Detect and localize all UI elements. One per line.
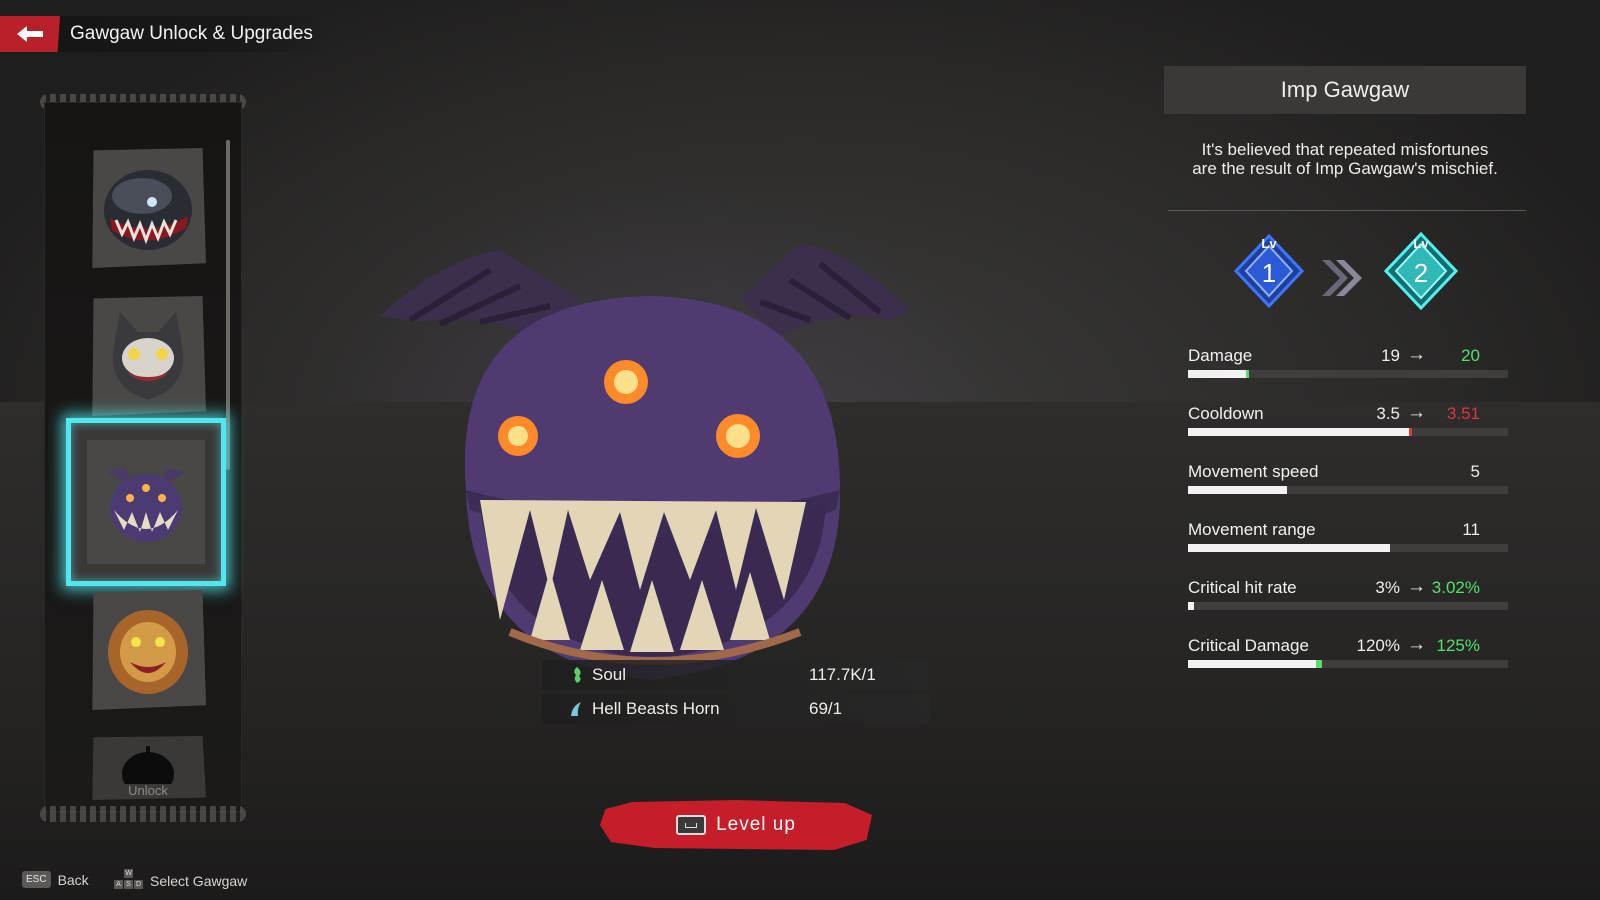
locked-gawgaw-silhouette-icon	[122, 746, 174, 784]
stat-arrow-icon: →	[1407, 576, 1426, 597]
stat-arrow-icon: →	[1407, 344, 1426, 365]
stat-bar-delta	[1246, 370, 1249, 378]
s-key: S	[124, 880, 133, 889]
top-header: Gawgaw Unlock & Upgrades	[0, 16, 330, 52]
cat-gawgaw-icon	[112, 312, 184, 400]
stat-bar-delta	[1409, 428, 1412, 436]
next-level-badge: Lv 2	[1384, 232, 1458, 310]
stat-value: 5	[1470, 462, 1480, 481]
next-level-prefix: Lv	[1413, 236, 1429, 251]
stat-critical-hit-rate: Critical hit rate 3% → 3.02%	[1188, 576, 1508, 618]
select-gawgaw-label: Select Gawgaw	[150, 873, 248, 889]
back-button[interactable]	[0, 16, 60, 52]
stat-next: 125%	[1436, 636, 1480, 655]
back-hint-label: Back	[57, 871, 89, 888]
stat-critical-damage: Critical Damage 120% → 125%	[1188, 634, 1508, 676]
imp-gawgaw-model	[380, 240, 930, 700]
gawgaw-slot-imp-inner	[87, 440, 205, 564]
stat-label: Cooldown	[1188, 404, 1264, 423]
select-gawgaw-hint[interactable]: W A S D Select Gawgaw	[114, 869, 248, 891]
description-line-1: It's believed that repeated misfortunes	[1201, 140, 1489, 159]
stat-cooldown: Cooldown 3.5 → 3.51	[1188, 402, 1508, 444]
stat-bar-delta	[1316, 660, 1322, 668]
material-count-soul: 117.7K/1	[809, 665, 876, 684]
gawgaw-name-header: Imp Gawgaw	[1164, 66, 1526, 114]
imp-gawgaw-icon	[106, 468, 186, 542]
stat-current: 3.5	[1376, 404, 1400, 423]
stat-movement-range: Movement range 11	[1188, 520, 1508, 560]
current-level-prefix: Lv	[1261, 236, 1277, 251]
stat-bar-fill	[1188, 370, 1246, 378]
stat-bar-fill	[1188, 486, 1287, 494]
stat-bar-fill	[1188, 428, 1409, 436]
material-name-soul: Soul	[592, 665, 627, 684]
gawgaw-slot-dark-sphere[interactable]	[92, 148, 206, 268]
stat-movement-speed: Movement speed 5	[1188, 462, 1508, 502]
stat-bar	[1188, 544, 1508, 552]
w-key: W	[124, 869, 133, 878]
gawgaw-slot-locked[interactable]: Unlock	[92, 736, 206, 800]
stat-bar	[1188, 660, 1508, 668]
stat-current: 19	[1381, 346, 1400, 365]
panel-ornament-bottom	[40, 806, 246, 822]
stat-label: Movement speed	[1188, 462, 1319, 481]
material-name-horn: Hell Beasts Horn	[592, 699, 720, 718]
stat-value: 11	[1462, 520, 1480, 539]
stat-damage: Damage 19 → 20	[1188, 344, 1508, 386]
gawgaw-name: Imp Gawgaw	[1280, 77, 1410, 102]
stat-bar	[1188, 602, 1508, 610]
material-count-horn: 69/1	[809, 699, 843, 718]
locked-slot-label: Unlock	[128, 783, 168, 798]
gawgaw-description: It's believed that repeated misfortunes …	[1164, 140, 1526, 178]
double-chevron-right-icon	[1322, 260, 1362, 296]
stat-next: 20	[1461, 346, 1480, 365]
stat-bar-fill	[1188, 602, 1194, 610]
current-level-number: 1	[1261, 258, 1277, 288]
material-row-soul: Soul 117.7K/1	[542, 660, 929, 690]
stat-label: Damage	[1188, 346, 1253, 365]
lion-gawgaw-icon	[108, 610, 188, 694]
esc-key-icon: ESC	[22, 871, 51, 888]
level-up-button[interactable]: Level up	[600, 800, 872, 850]
level-up-label: Level up	[716, 814, 796, 835]
d-key: D	[134, 880, 143, 889]
gawgaw-list-scrollbar[interactable]	[226, 140, 230, 470]
stat-next: 3.02%	[1431, 578, 1480, 597]
info-divider	[1168, 210, 1526, 211]
back-hint[interactable]: ESC Back	[22, 871, 89, 888]
stat-label: Movement range	[1188, 520, 1316, 539]
current-level-badge: Lv 1	[1232, 232, 1306, 310]
wasd-keys-icon: W A S D	[114, 869, 144, 891]
next-level-number: 2	[1413, 258, 1429, 288]
horn-icon	[571, 702, 581, 716]
stat-current: 3%	[1375, 578, 1400, 597]
stat-bar	[1188, 370, 1508, 378]
stat-label: Critical Damage	[1188, 636, 1309, 655]
imp-gawgaw-3d-icon	[380, 244, 910, 680]
stat-next: 3.51	[1446, 404, 1480, 423]
soul-icon	[574, 667, 581, 683]
stat-bar	[1188, 486, 1508, 494]
stat-current: 120%	[1356, 636, 1400, 655]
gawgaw-slot-imp[interactable]	[66, 418, 226, 586]
back-arrow-icon	[17, 26, 43, 42]
stat-label: Critical hit rate	[1188, 578, 1297, 597]
stat-bar-fill	[1188, 544, 1390, 552]
page-title: Gawgaw Unlock & Upgrades	[70, 23, 313, 44]
dark-sphere-gawgaw-icon	[104, 170, 192, 250]
stat-bar	[1188, 428, 1508, 436]
material-row-horn: Hell Beasts Horn 69/1	[542, 694, 929, 724]
gawgaw-slot-cat[interactable]	[92, 296, 206, 416]
stat-bar-fill	[1188, 660, 1316, 668]
stat-arrow-icon: →	[1407, 402, 1426, 423]
stat-arrow-icon: →	[1407, 634, 1426, 655]
a-key: A	[114, 880, 123, 889]
gawgaw-slot-lion[interactable]	[92, 590, 206, 710]
space-key-icon	[676, 815, 707, 835]
description-line-2: are the result of Imp Gawgaw's mischief.	[1192, 159, 1498, 178]
